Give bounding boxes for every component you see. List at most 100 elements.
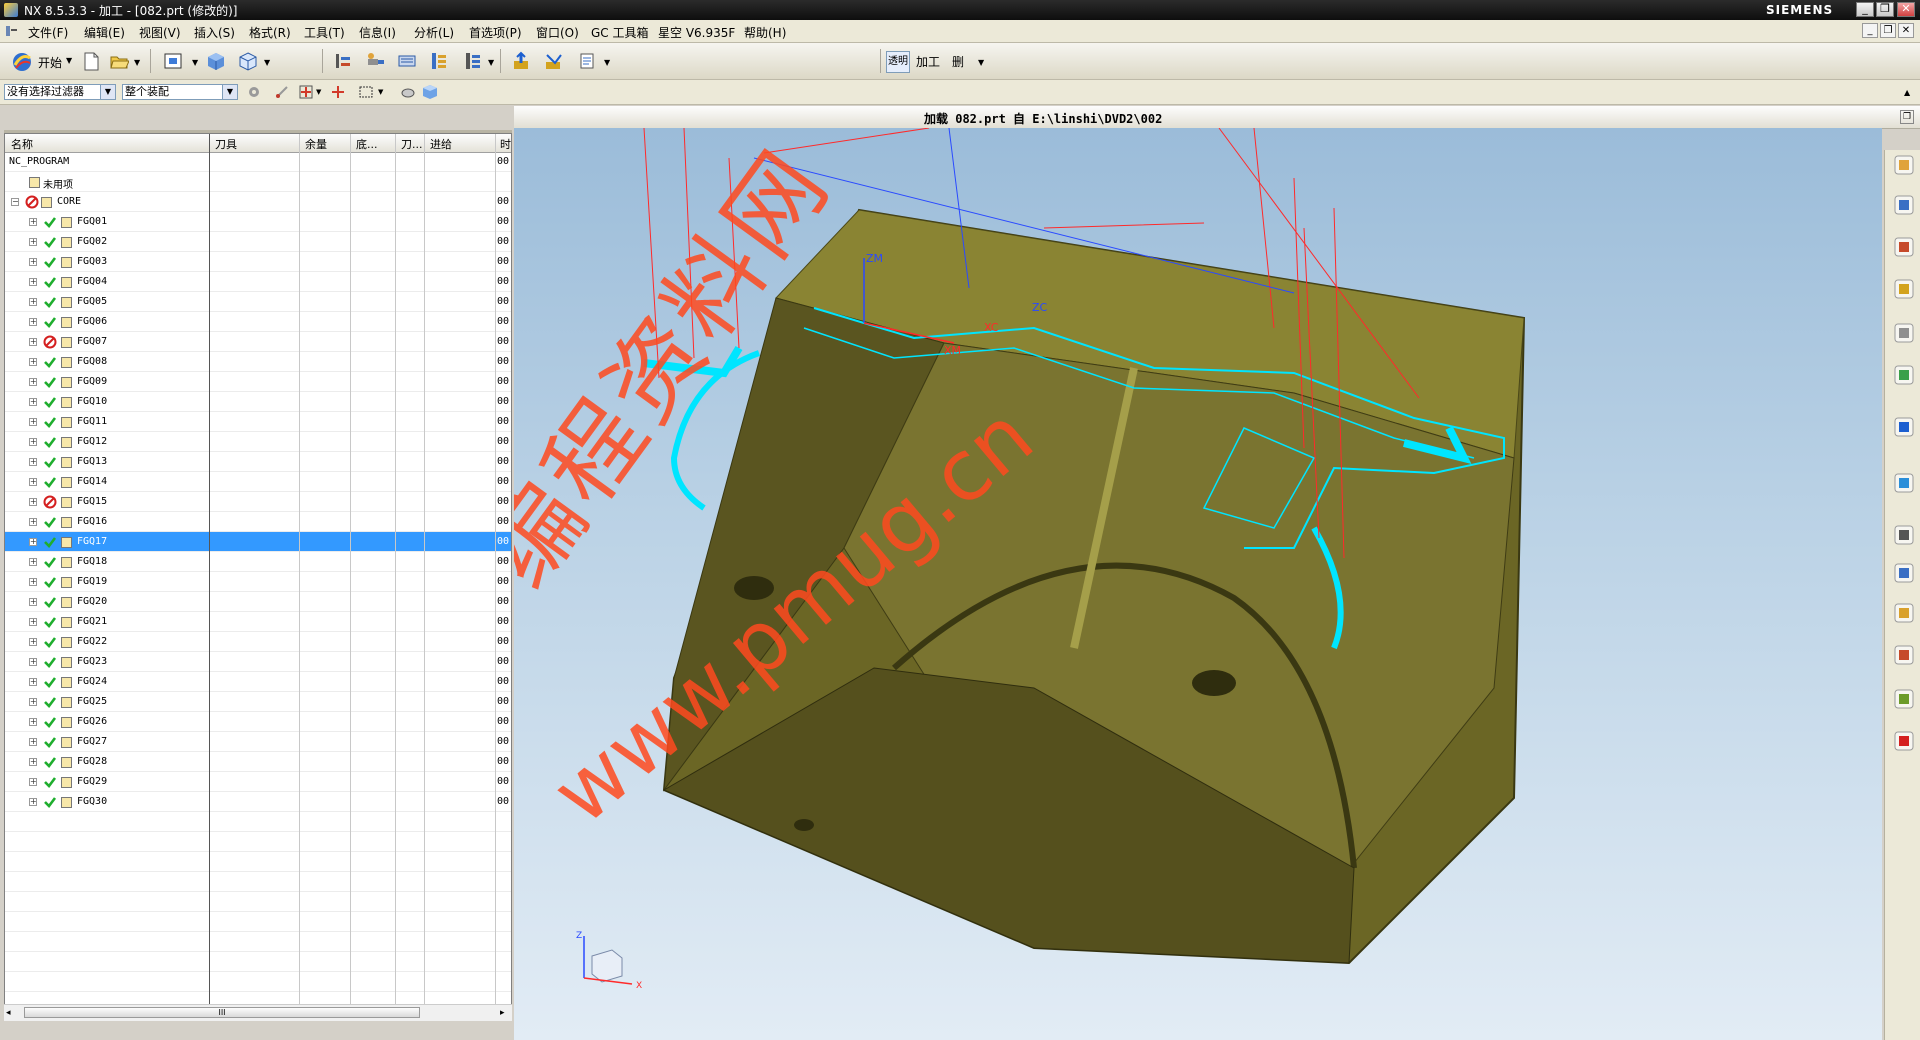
component-cube-icon[interactable] bbox=[422, 84, 438, 100]
operation-row[interactable]: + FGQ03 00 bbox=[5, 252, 511, 272]
doc-close-button[interactable]: ✕ bbox=[1898, 23, 1914, 38]
intersection-point-icon[interactable] bbox=[330, 84, 346, 100]
expand-collapse-icon[interactable]: + bbox=[29, 578, 37, 586]
transparent-toggle-button[interactable]: 透明 bbox=[886, 51, 910, 73]
menu-xingkong[interactable]: 星空 V6.935F bbox=[658, 24, 735, 41]
output-dropdown-arrow-icon[interactable]: ▼ bbox=[604, 58, 610, 67]
expand-collapse-icon[interactable]: + bbox=[29, 238, 37, 246]
column-tool[interactable]: 刀具 bbox=[215, 136, 237, 152]
operation-row[interactable]: + FGQ24 00 bbox=[5, 672, 511, 692]
create-dropdown-arrow-icon[interactable]: ▼ bbox=[488, 58, 494, 67]
close-button[interactable]: ✕ bbox=[1897, 2, 1915, 17]
part-navigator-icon[interactable] bbox=[1893, 236, 1915, 258]
column-time[interactable]: 时 bbox=[500, 136, 511, 152]
generate-toolpath-icon[interactable] bbox=[508, 48, 534, 74]
create-program-icon[interactable] bbox=[330, 48, 356, 74]
expand-collapse-icon[interactable]: + bbox=[29, 738, 37, 746]
operation-row[interactable]: + FGQ02 00 bbox=[5, 232, 511, 252]
operation-row[interactable]: + FGQ10 00 bbox=[5, 392, 511, 412]
type-filter-select[interactable]: 没有选择过滤器 ▼ bbox=[4, 84, 116, 100]
expand-collapse-icon[interactable]: + bbox=[29, 218, 37, 226]
operation-row[interactable]: + FGQ09 00 bbox=[5, 372, 511, 392]
nx-app-icon[interactable] bbox=[4, 3, 18, 17]
operation-row[interactable]: + FGQ07 00 bbox=[5, 332, 511, 352]
operation-row[interactable]: + FGQ21 00 bbox=[5, 612, 511, 632]
start-button[interactable]: 开始 bbox=[38, 54, 62, 71]
navigator-horizontal-scrollbar[interactable]: ◂ III ▸ bbox=[4, 1004, 512, 1021]
select-dropdown-arrow-icon[interactable]: ▼ bbox=[378, 88, 383, 96]
program-root-row[interactable]: NC_PROGRAM 00 bbox=[5, 152, 511, 172]
web-browser-icon[interactable] bbox=[1893, 472, 1915, 494]
menu-preferences[interactable]: 首选项(P) bbox=[469, 24, 522, 41]
graphics-window[interactable]: ZM XM ZC XC Z X 编程资料网 www.pmug.cn bbox=[514, 128, 1882, 1040]
process-studio-icon[interactable] bbox=[1893, 562, 1915, 584]
create-method-icon[interactable] bbox=[426, 48, 452, 74]
column-stock[interactable]: 余量 bbox=[305, 136, 327, 152]
expand-collapse-icon[interactable]: + bbox=[29, 758, 37, 766]
expand-collapse-icon[interactable]: + bbox=[29, 358, 37, 366]
operation-row[interactable]: + FGQ13 00 bbox=[5, 452, 511, 472]
expand-collapse-icon[interactable]: + bbox=[29, 478, 37, 486]
operation-row[interactable]: + FGQ06 00 bbox=[5, 312, 511, 332]
toolbar-overflow-arrow-icon[interactable]: ▲ bbox=[1904, 88, 1910, 97]
minimize-button[interactable]: _ bbox=[1856, 2, 1874, 17]
graphics-restore-icon[interactable]: ❐ bbox=[1900, 110, 1914, 124]
start-button-icon[interactable] bbox=[8, 48, 34, 74]
snap-dropdown-arrow-icon[interactable]: ▼ bbox=[316, 88, 321, 96]
maximize-button[interactable]: ❐ bbox=[1876, 2, 1894, 17]
operation-row[interactable]: + FGQ25 00 bbox=[5, 692, 511, 712]
menu-edit[interactable]: 编辑(E) bbox=[84, 24, 125, 41]
visualization-icon[interactable] bbox=[1893, 602, 1915, 624]
rectangle-select-icon[interactable] bbox=[358, 84, 374, 100]
expand-collapse-icon[interactable]: + bbox=[29, 778, 37, 786]
roles-icon[interactable] bbox=[1893, 416, 1915, 438]
menu-help[interactable]: 帮助(H) bbox=[744, 24, 786, 41]
operation-navigator[interactable]: 名称 刀具 余量 底... 刀... 进给 时 NC_PROGRAM 00 未用项 −… bbox=[4, 133, 512, 1019]
menu-information[interactable]: 信息(I) bbox=[359, 24, 396, 41]
wireframe-cube-icon[interactable] bbox=[235, 48, 261, 74]
operation-row[interactable]: + FGQ28 00 bbox=[5, 752, 511, 772]
create-tool-icon[interactable] bbox=[362, 48, 388, 74]
operation-row[interactable]: + FGQ16 00 bbox=[5, 512, 511, 532]
operation-row[interactable]: + FGQ14 00 bbox=[5, 472, 511, 492]
fit-view-icon[interactable] bbox=[160, 48, 186, 74]
operation-row[interactable]: + FGQ27 00 bbox=[5, 732, 511, 752]
operation-row[interactable]: + FGQ29 00 bbox=[5, 772, 511, 792]
operation-row[interactable]: + FGQ26 00 bbox=[5, 712, 511, 732]
expand-collapse-icon[interactable]: + bbox=[29, 698, 37, 706]
operation-row[interactable]: + FGQ17 00 bbox=[5, 532, 511, 552]
operation-row[interactable]: + FGQ22 00 bbox=[5, 632, 511, 652]
operation-row[interactable]: + FGQ20 00 bbox=[5, 592, 511, 612]
operation-row[interactable]: + FGQ04 00 bbox=[5, 272, 511, 292]
create-geometry-icon[interactable] bbox=[394, 48, 420, 74]
expand-collapse-icon[interactable]: + bbox=[29, 318, 37, 326]
operation-row[interactable]: + FGQ18 00 bbox=[5, 552, 511, 572]
operation-row[interactable]: + FGQ05 00 bbox=[5, 292, 511, 312]
menu-analysis[interactable]: 分析(L) bbox=[414, 24, 454, 41]
view-dropdown-arrow-icon[interactable]: ▼ bbox=[192, 58, 198, 67]
expand-collapse-icon[interactable]: + bbox=[29, 498, 37, 506]
operation-row[interactable]: + FGQ01 00 bbox=[5, 212, 511, 232]
menu-tools[interactable]: 工具(T) bbox=[304, 24, 345, 41]
doc-minimize-button[interactable]: _ bbox=[1862, 23, 1878, 38]
machine-tool-navigator-icon[interactable] bbox=[1893, 278, 1915, 300]
column-tool-number[interactable]: 刀... bbox=[401, 136, 423, 152]
snap-point-icon[interactable] bbox=[274, 84, 290, 100]
operation-row[interactable]: + FGQ30 00 bbox=[5, 792, 511, 812]
menu-view[interactable]: 视图(V) bbox=[139, 24, 181, 41]
selection-scope-select[interactable]: 整个装配 ▼ bbox=[122, 84, 238, 100]
postprocess-icon[interactable] bbox=[574, 48, 600, 74]
expand-collapse-icon[interactable]: + bbox=[29, 558, 37, 566]
user-icon[interactable] bbox=[1893, 688, 1915, 710]
expand-collapse-icon[interactable]: + bbox=[29, 398, 37, 406]
program-group-row[interactable]: − CORE 00 bbox=[5, 192, 511, 212]
column-feed[interactable]: 进给 bbox=[430, 136, 452, 152]
filter-settings-icon[interactable] bbox=[246, 84, 262, 100]
expand-collapse-icon[interactable]: + bbox=[29, 338, 37, 346]
menu-format[interactable]: 格式(R) bbox=[249, 24, 291, 41]
expand-collapse-icon[interactable]: + bbox=[29, 618, 37, 626]
expand-collapse-icon[interactable]: + bbox=[29, 258, 37, 266]
doc-restore-button[interactable]: ❐ bbox=[1880, 23, 1896, 38]
new-file-icon[interactable] bbox=[78, 48, 104, 74]
start-dropdown-arrow-icon[interactable]: ▼ bbox=[66, 56, 72, 65]
